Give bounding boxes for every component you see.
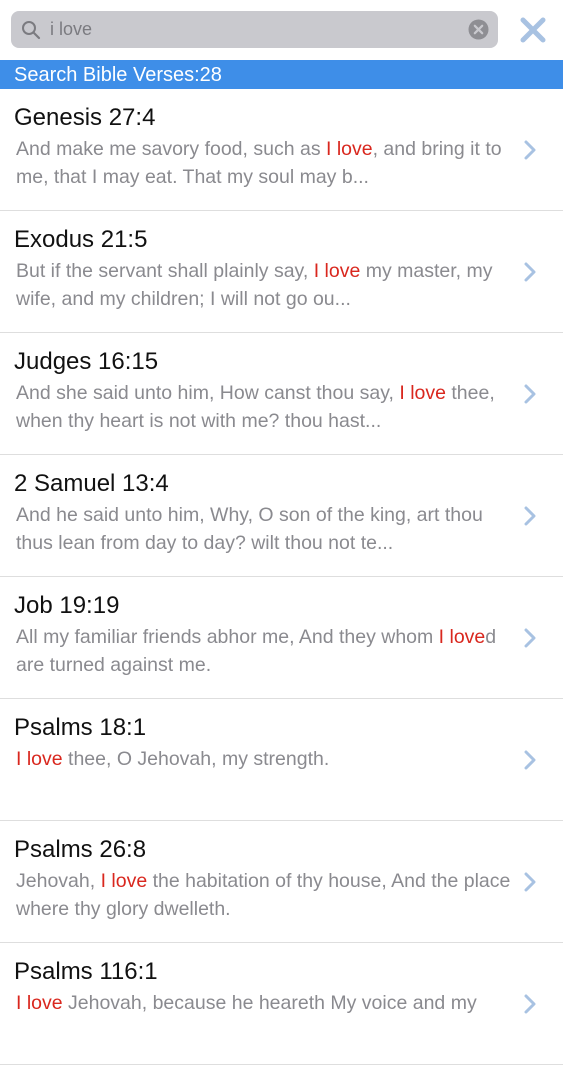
verse-reference: Psalms 18:1 [14, 714, 147, 741]
clear-search-icon[interactable] [468, 19, 489, 40]
verse-text: thee, O Jehovah, my strength. [62, 748, 330, 770]
verse-text: And she said unto him, How canst thou sa… [16, 382, 400, 404]
result-row[interactable]: Genesis 27:4 And make me savory food, suc… [0, 89, 563, 211]
verse-text: Jehovah, because he heareth My voice and… [62, 992, 477, 1014]
verse-match-highlight: I love [325, 138, 373, 160]
search-header: i love [0, 0, 563, 60]
verse-reference: Job 19:19 [14, 592, 120, 619]
results-list: Genesis 27:4 And make me savory food, suc… [0, 89, 563, 1065]
search-icon [22, 21, 41, 40]
result-row[interactable]: Exodus 21:5 But if the servant shall plai… [0, 211, 563, 333]
verse-text: But if the servant shall plainly say, [16, 260, 314, 282]
verse-reference: Psalms 26:8 [14, 836, 147, 863]
verse-reference: 2 Samuel 13:4 [14, 470, 169, 497]
verse-text: All my familiar friends abhor me, And th… [16, 626, 439, 648]
verse-snippet: And she said unto him, How canst thou sa… [16, 379, 511, 435]
verse-text: And he said unto him, Why, O son of the … [16, 504, 483, 554]
chevron-right-icon [524, 872, 536, 892]
results-count-bar: Search Bible Verses:28 [0, 60, 563, 89]
verse-text: And make me savory food, such as [16, 138, 326, 160]
result-row[interactable]: Psalms 18:1 I love thee, O Jehovah, my st… [0, 699, 563, 821]
verse-reference: Genesis 27:4 [14, 104, 156, 131]
chevron-right-icon [524, 994, 536, 1014]
verse-snippet: I love thee, O Jehovah, my strength. [16, 745, 511, 773]
result-row[interactable]: Job 19:19 All my familiar friends abhor m… [0, 577, 563, 699]
verse-reference: Judges 16:15 [14, 348, 159, 375]
result-row[interactable]: 2 Samuel 13:4 And he said unto him, Why, … [0, 455, 563, 577]
verse-snippet: And he said unto him, Why, O son of the … [16, 501, 511, 557]
verse-reference: Psalms 116:1 [14, 958, 158, 985]
search-input[interactable]: i love [50, 11, 92, 48]
verse-match-highlight: I love [313, 260, 361, 282]
search-field[interactable]: i love [11, 11, 498, 48]
verse-snippet: But if the servant shall plainly say, I … [16, 257, 511, 313]
verse-reference: Exodus 21:5 [14, 226, 148, 253]
verse-match-highlight: I love [100, 870, 148, 892]
verse-match-highlight: I love [399, 382, 446, 404]
verse-match-highlight: I love [16, 748, 63, 770]
verse-snippet: All my familiar friends abhor me, And th… [16, 623, 511, 679]
chevron-right-icon [524, 750, 536, 770]
result-row[interactable]: Judges 16:15 And she said unto him, How c… [0, 333, 563, 455]
chevron-right-icon [524, 506, 536, 526]
verse-snippet: I love Jehovah, because he heareth My vo… [16, 989, 511, 1017]
chevron-right-icon [524, 384, 536, 404]
result-row[interactable]: Psalms 116:1 I love Jehovah, because he h… [0, 943, 563, 1065]
close-icon[interactable] [516, 13, 550, 47]
verse-snippet: And make me savory food, such as I love,… [16, 135, 511, 191]
verse-match-highlight: I love [16, 992, 63, 1014]
chevron-right-icon [524, 628, 536, 648]
verse-match-highlight: I love [438, 626, 486, 648]
verse-text: Jehovah, [16, 870, 101, 892]
chevron-right-icon [524, 140, 536, 160]
verse-snippet: Jehovah, I love the habitation of thy ho… [16, 867, 511, 923]
chevron-right-icon [524, 262, 536, 282]
result-row[interactable]: Psalms 26:8 Jehovah, I love the habitatio… [0, 821, 563, 943]
